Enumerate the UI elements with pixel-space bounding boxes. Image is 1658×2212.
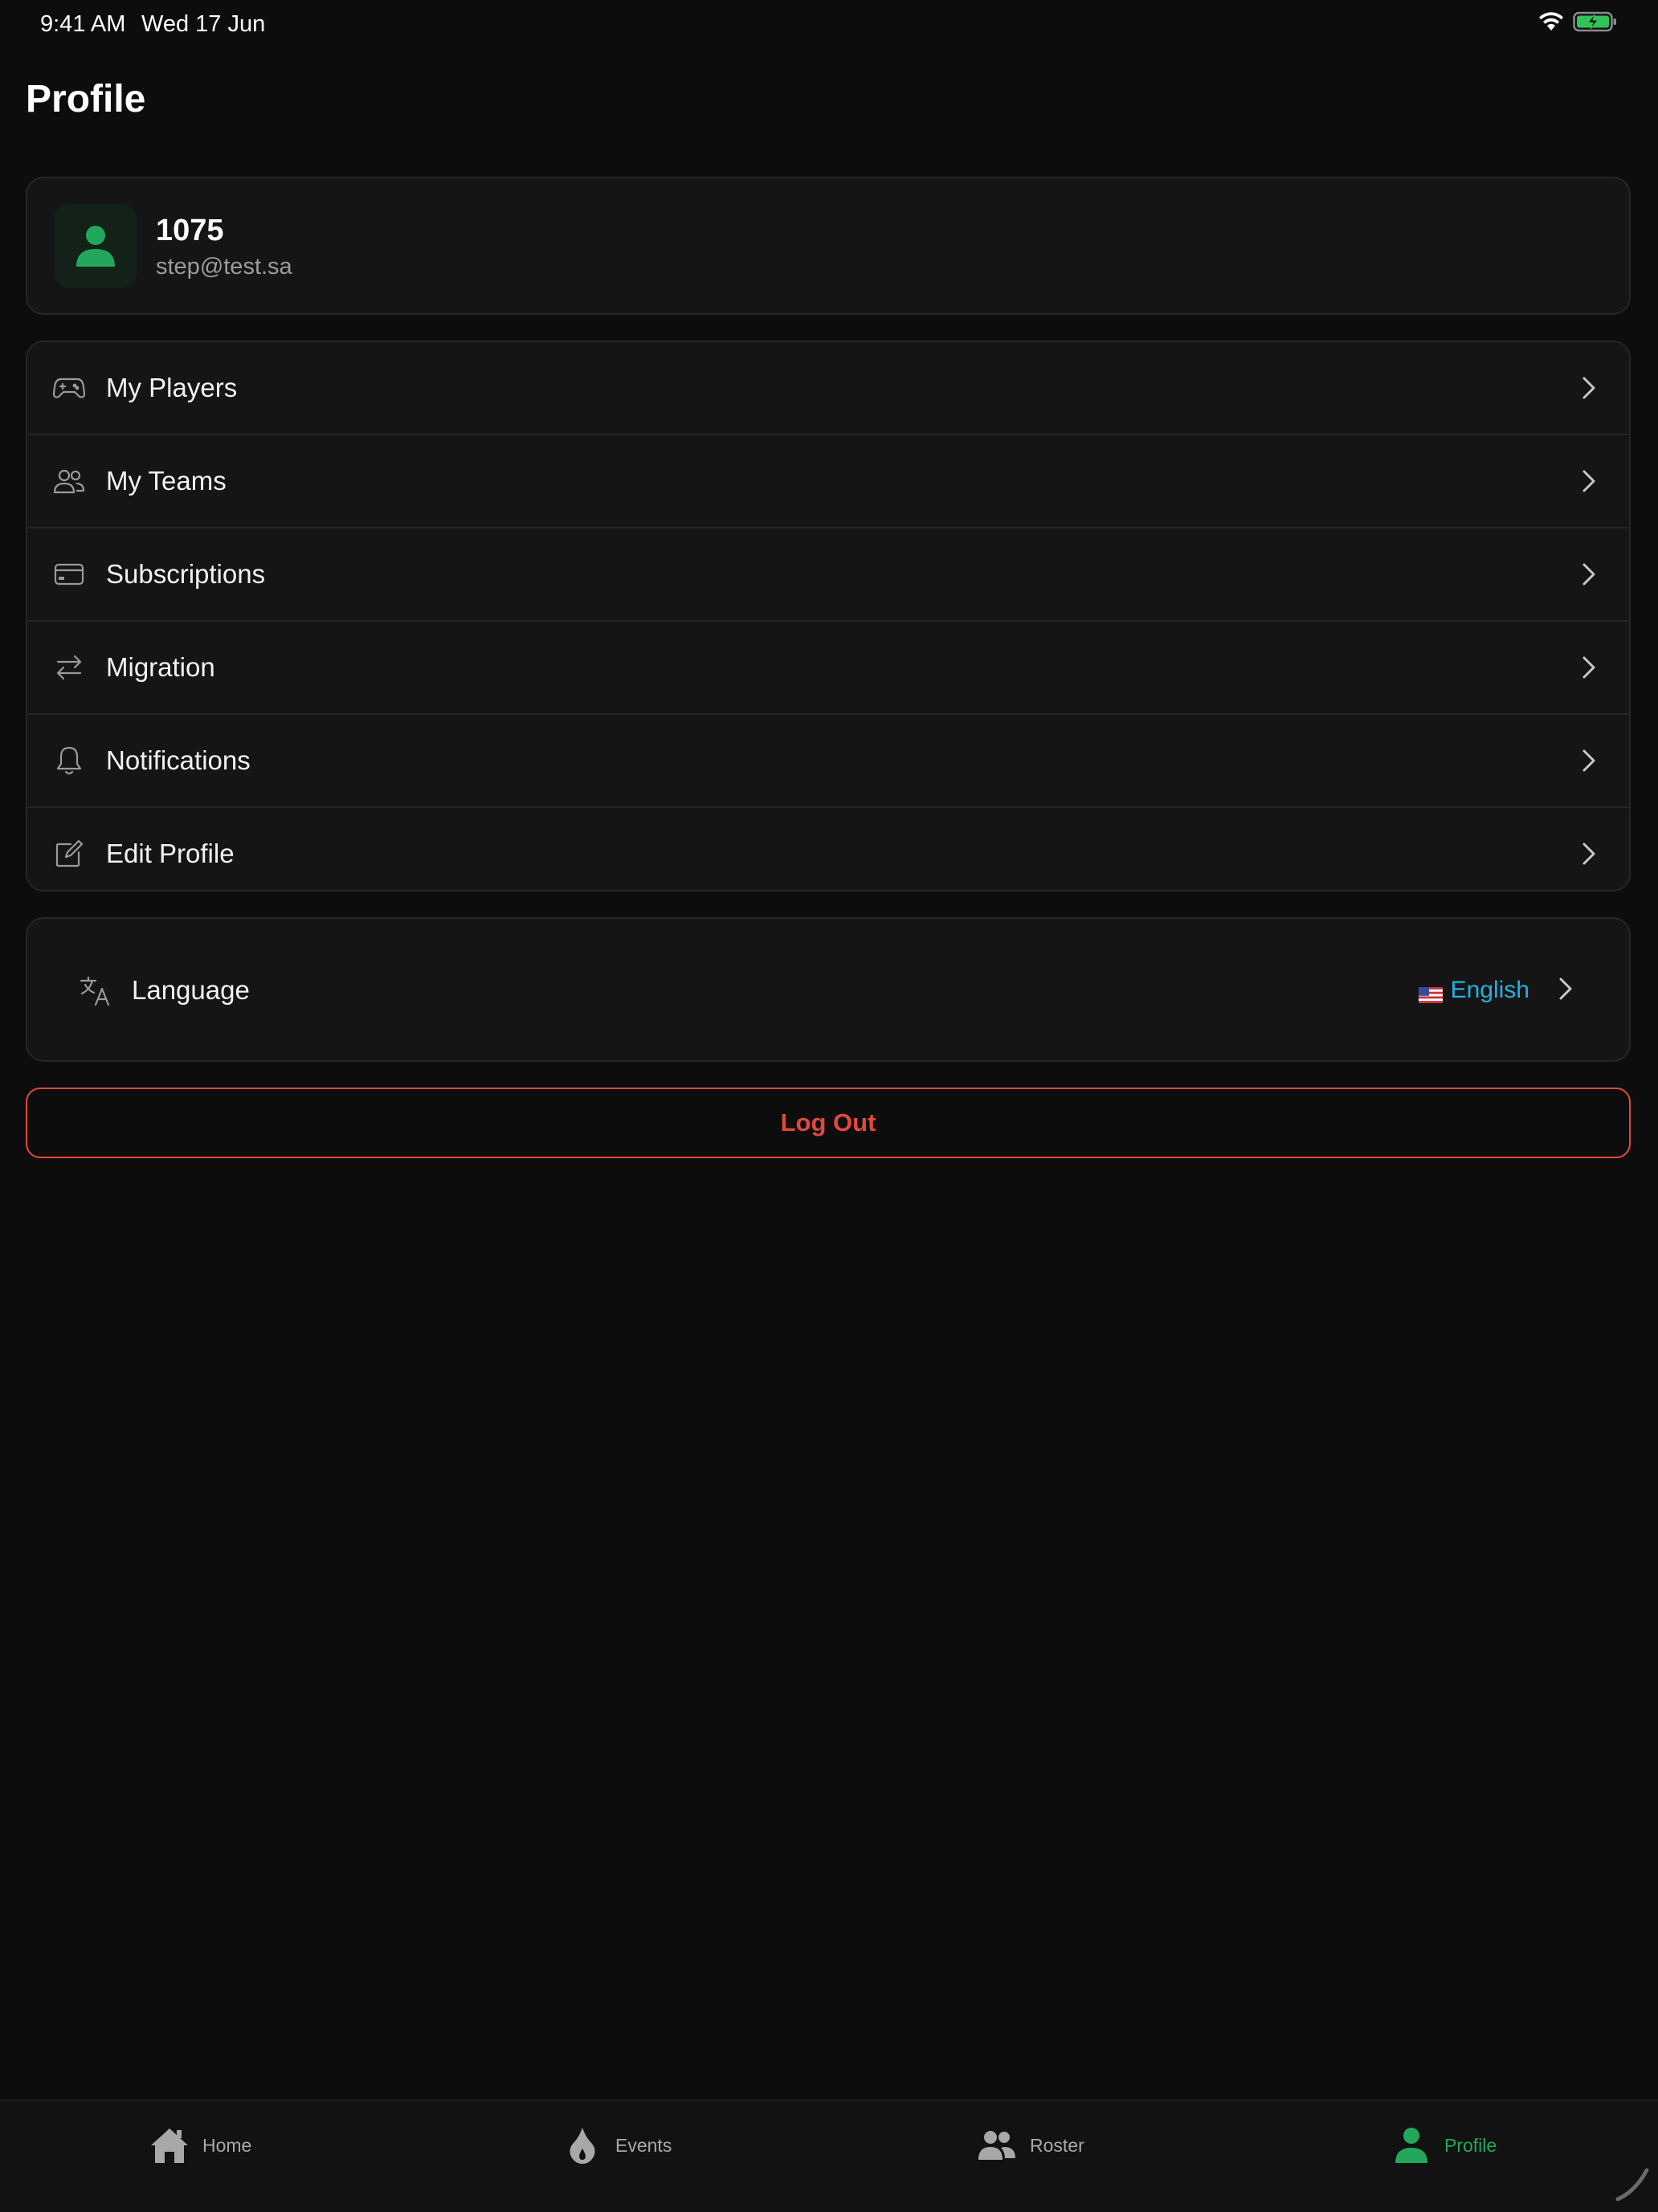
menu-item-migration[interactable]: Migration bbox=[27, 622, 1629, 715]
language-value: English bbox=[1418, 977, 1529, 1004]
avatar bbox=[55, 204, 137, 288]
menu-item-label: Migration bbox=[106, 652, 215, 682]
language-label: Language bbox=[132, 975, 250, 1005]
language-value-text: English bbox=[1450, 977, 1529, 1003]
bell-icon bbox=[53, 745, 85, 777]
chevron-right-icon bbox=[1579, 560, 1599, 589]
chevron-right-icon bbox=[1579, 653, 1599, 682]
menu-item-label: Edit Profile bbox=[106, 839, 235, 868]
credit-card-icon bbox=[53, 558, 85, 590]
person-icon bbox=[76, 226, 115, 267]
edit-icon bbox=[53, 838, 85, 870]
chevron-right-icon bbox=[1579, 839, 1599, 868]
home-icon bbox=[149, 2125, 190, 2165]
profile-card: 1075 step@test.sa bbox=[26, 177, 1631, 315]
chevron-right-icon bbox=[1579, 746, 1599, 775]
tab-label: Profile bbox=[1444, 2134, 1497, 2156]
translate-icon bbox=[79, 975, 111, 1007]
person-icon bbox=[1391, 2125, 1431, 2165]
gamepad-icon bbox=[53, 372, 85, 404]
flame-icon bbox=[562, 2125, 602, 2165]
menu-item-label: Subscriptions bbox=[106, 559, 266, 589]
chevron-right-icon bbox=[1579, 373, 1599, 402]
status-date: Wed 17 Jun bbox=[141, 11, 266, 37]
logout-button[interactable]: Log Out bbox=[26, 1088, 1631, 1158]
menu-item-label: Notifications bbox=[106, 745, 251, 775]
roster-icon bbox=[977, 2125, 1017, 2165]
menu-item-label: My Players bbox=[106, 373, 238, 402]
menu-item-my-players[interactable]: My Players bbox=[27, 342, 1629, 435]
tab-home[interactable]: Home bbox=[149, 2125, 251, 2165]
menu-card: My Players My Teams Subscriptions Migrat… bbox=[26, 341, 1631, 892]
menu-item-subscriptions[interactable]: Subscriptions bbox=[27, 529, 1629, 622]
menu-item-notifications[interactable]: Notifications bbox=[27, 715, 1629, 808]
menu-item-label: My Teams bbox=[106, 466, 227, 496]
page-title: Profile bbox=[26, 78, 146, 120]
menu-item-my-teams[interactable]: My Teams bbox=[27, 435, 1629, 529]
chevron-right-icon bbox=[1558, 977, 1573, 1005]
battery-icon bbox=[1573, 11, 1618, 36]
menu-item-edit-profile[interactable]: Edit Profile bbox=[27, 808, 1629, 890]
status-bar: 9:41 AM Wed 17 Jun bbox=[0, 0, 1658, 51]
status-time: 9:41 AM bbox=[40, 11, 126, 37]
wifi-icon bbox=[1538, 11, 1565, 36]
tab-roster[interactable]: Roster bbox=[977, 2125, 1084, 2165]
tab-events[interactable]: Events bbox=[562, 2125, 672, 2165]
users-icon bbox=[53, 465, 85, 497]
tab-label: Home bbox=[202, 2134, 252, 2156]
us-flag-icon bbox=[1418, 982, 1443, 1003]
tab-bar: Home Events Roster Profile bbox=[0, 2100, 1658, 2212]
tab-profile[interactable]: Profile bbox=[1391, 2125, 1497, 2165]
chevron-right-icon bbox=[1579, 467, 1599, 496]
user-name: 1075 bbox=[156, 214, 224, 247]
language-row[interactable]: Language English bbox=[26, 917, 1631, 1062]
user-email: step@test.sa bbox=[156, 254, 292, 280]
status-icons bbox=[1538, 11, 1618, 36]
swap-arrows-icon bbox=[53, 651, 85, 684]
tab-label: Events bbox=[615, 2134, 672, 2156]
home-indicator bbox=[1615, 2167, 1650, 2202]
tab-label: Roster bbox=[1030, 2134, 1084, 2156]
